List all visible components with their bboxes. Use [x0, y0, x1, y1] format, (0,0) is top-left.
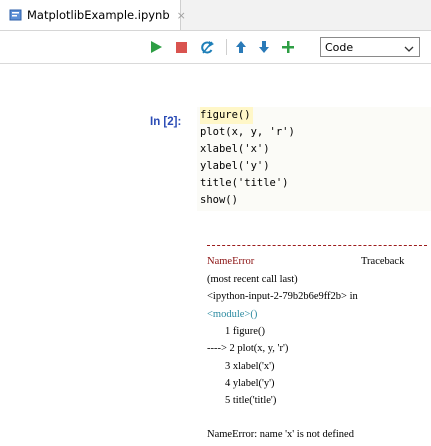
- toolbar-separator: [226, 39, 227, 55]
- code-line: show(): [200, 194, 238, 206]
- restart-icon[interactable]: [199, 39, 215, 55]
- traceback-line: ----> 2 plot(x, y, 'r'): [207, 343, 289, 354]
- move-down-icon[interactable]: [256, 39, 272, 55]
- code-editor[interactable]: figure() plot(x, y, 'r') xlabel('x') yla…: [197, 107, 431, 211]
- cell-type-value: Code: [325, 40, 354, 54]
- chevron-down-icon: [404, 43, 414, 56]
- traceback-label: Traceback: [361, 256, 405, 267]
- close-icon[interactable]: ×: [177, 9, 186, 22]
- traceback-line: 1 figure(): [225, 326, 265, 337]
- cell-prompt: In [2]:: [150, 116, 182, 128]
- code-line: plot(x, y, 'r'): [200, 126, 295, 138]
- error-name: NameError: [207, 256, 255, 267]
- code-line: title('title'): [200, 177, 289, 189]
- traceback-location: <ipython-input-2-79b2b6e9ff2b> in: [207, 291, 358, 302]
- code-line: ylabel('y'): [200, 160, 270, 172]
- traceback-recent: (most recent call last): [207, 274, 298, 285]
- traceback-divider: [207, 245, 427, 246]
- error-message: NameError: name 'x' is not defined: [207, 429, 354, 440]
- traceback-module: <module>(): [207, 309, 258, 320]
- notebook-toolbar: Code: [0, 31, 431, 64]
- notebook-tab[interactable]: MatplotlibExample.ipynb ×: [0, 0, 186, 30]
- run-icon[interactable]: [148, 39, 164, 55]
- editor-tab-bar: MatplotlibExample.ipynb ×: [0, 0, 431, 31]
- cell-type-select[interactable]: Code: [320, 37, 420, 57]
- tab-filename: MatplotlibExample.ipynb: [27, 8, 170, 22]
- traceback-line: 4 ylabel('y'): [225, 378, 275, 389]
- traceback-line: 3 xlabel('x'): [225, 361, 275, 372]
- code-line: xlabel('x'): [200, 143, 270, 155]
- traceback-line: 5 title('title'): [225, 395, 277, 406]
- add-cell-icon[interactable]: [280, 39, 296, 55]
- move-up-icon[interactable]: [233, 39, 249, 55]
- notebook-icon: [9, 8, 23, 22]
- code-line: figure(): [200, 107, 253, 124]
- stop-icon[interactable]: [173, 39, 189, 55]
